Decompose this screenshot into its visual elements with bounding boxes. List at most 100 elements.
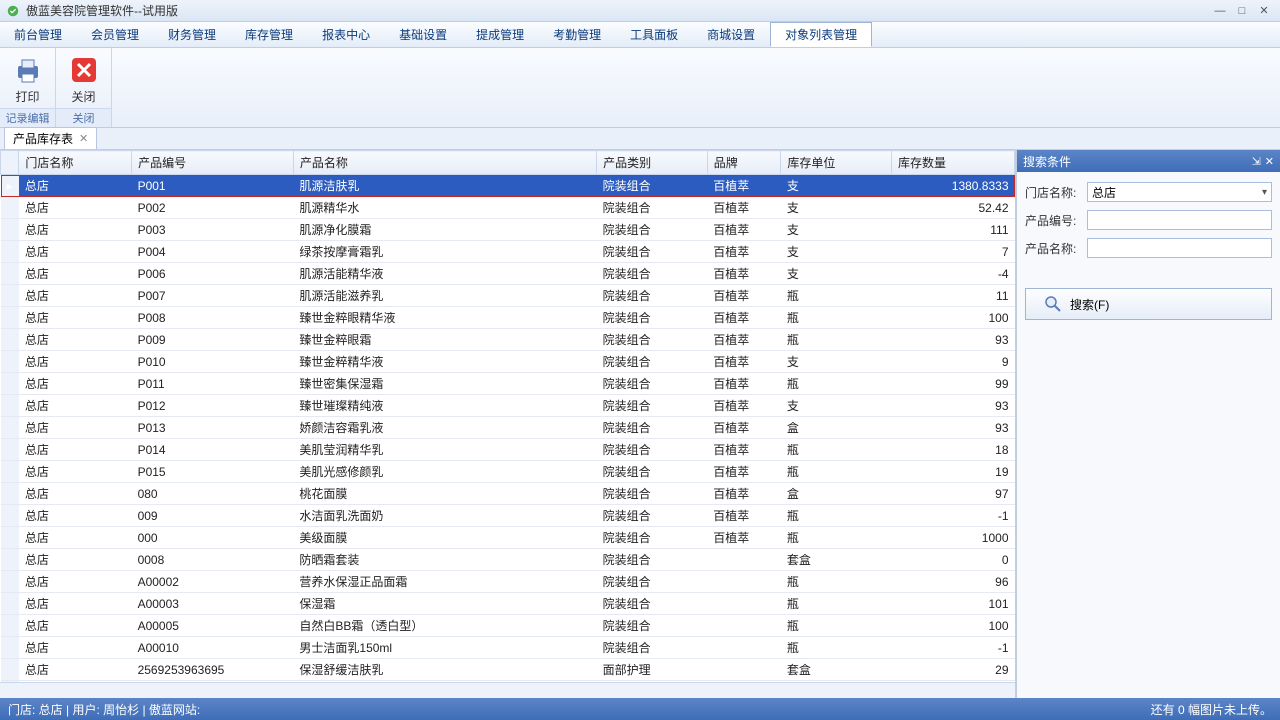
cell-unit: 瓶 xyxy=(781,593,892,615)
main-tab[interactable]: 财务管理 xyxy=(154,22,231,47)
main-tab[interactable]: 报表中心 xyxy=(308,22,385,47)
table-row[interactable]: 总店P015美肌光感修颜乳院装组合百植萃瓶19 xyxy=(1,461,1015,483)
cell-brand xyxy=(707,571,781,593)
cell-unit: 支 xyxy=(781,351,892,373)
table-row[interactable]: 总店P003肌源净化膜霜院装组合百植萃支111 xyxy=(1,219,1015,241)
column-header[interactable]: 品牌 xyxy=(707,151,781,175)
table-row[interactable]: 总店P010臻世金粹精华液院装组合百植萃支9 xyxy=(1,351,1015,373)
cell-name: 自然白BB霜（透白型） xyxy=(293,615,596,637)
table-row[interactable]: 总店P004绿茶按摩膏霜乳院装组合百植萃支7 xyxy=(1,241,1015,263)
cell-name: 肌源活能精华液 xyxy=(293,263,596,285)
table-row[interactable]: 总店009水洁面乳洗面奶院装组合百植萃瓶-1 xyxy=(1,505,1015,527)
search-button[interactable]: 搜索(F) xyxy=(1025,288,1272,320)
minimize-button[interactable]: — xyxy=(1210,4,1230,18)
cell-brand xyxy=(707,549,781,571)
cell-name: 肌源活能滋养乳 xyxy=(293,285,596,307)
main-tab[interactable]: 基础设置 xyxy=(385,22,462,47)
product-code-input[interactable] xyxy=(1087,210,1272,230)
cell-qty: 9 xyxy=(892,351,1015,373)
column-header[interactable]: 库存数量 xyxy=(892,151,1015,175)
column-header[interactable]: 库存单位 xyxy=(781,151,892,175)
cell-unit: 盒 xyxy=(781,483,892,505)
table-row[interactable]: 总店000美级面膜院装组合百植萃瓶1000 xyxy=(1,527,1015,549)
table-row[interactable]: 总店A00010男士洁面乳150ml院装组合瓶-1 xyxy=(1,637,1015,659)
table-row[interactable]: 总店P002肌源精华水院装组合百植萃支52.42 xyxy=(1,197,1015,219)
table-row[interactable]: 总店0008防晒霜套装院装组合套盒0 xyxy=(1,549,1015,571)
cell-brand: 百植萃 xyxy=(707,285,781,307)
main-tab[interactable]: 工具面板 xyxy=(616,22,693,47)
cell-qty: 93 xyxy=(892,329,1015,351)
cell-category: 院装组合 xyxy=(597,527,708,549)
table-row[interactable]: 总店P012臻世璀璨精纯液院装组合百植萃支93 xyxy=(1,395,1015,417)
main-tab[interactable]: 提成管理 xyxy=(462,22,539,47)
cell-name: 肌源净化膜霜 xyxy=(293,219,596,241)
cell-store: 总店 xyxy=(19,505,132,527)
cell-brand: 百植萃 xyxy=(707,351,781,373)
main-tab[interactable]: 库存管理 xyxy=(231,22,308,47)
table-row[interactable]: 总店P007肌源活能滋养乳院装组合百植萃瓶11 xyxy=(1,285,1015,307)
main-tab[interactable]: 考勤管理 xyxy=(539,22,616,47)
cell-code: P014 xyxy=(132,439,294,461)
cell-brand: 百植萃 xyxy=(707,417,781,439)
table-row[interactable]: 总店P006肌源活能精华液院装组合百植萃支-4 xyxy=(1,263,1015,285)
main-tab[interactable]: 商城设置 xyxy=(693,22,770,47)
status-bar: 门店: 总店 | 用户: 周怡杉 | 傲蓝网站: 还有 0 幅图片未上传。 xyxy=(0,698,1280,720)
cell-unit: 瓶 xyxy=(781,373,892,395)
cell-name: 营养水保湿正品面霜 xyxy=(293,571,596,593)
product-name-input[interactable] xyxy=(1087,238,1272,258)
cell-code: 080 xyxy=(132,483,294,505)
cell-brand: 百植萃 xyxy=(707,373,781,395)
cell-store: 总店 xyxy=(19,329,132,351)
cell-store: 总店 xyxy=(19,439,132,461)
close-icon[interactable]: ✕ xyxy=(79,132,88,145)
cell-code: 000 xyxy=(132,527,294,549)
table-row[interactable]: 总店P009臻世金粹眼霜院装组合百植萃瓶93 xyxy=(1,329,1015,351)
cell-category: 院装组合 xyxy=(597,197,708,219)
panel-close-icon[interactable]: ✕ xyxy=(1265,155,1274,168)
main-tab[interactable]: 对象列表管理 xyxy=(770,22,872,47)
main-tab[interactable]: 前台管理 xyxy=(0,22,77,47)
printer-icon[interactable] xyxy=(12,54,44,86)
close-red-icon[interactable] xyxy=(68,54,100,86)
cell-category: 面部护理 xyxy=(597,659,708,681)
column-header[interactable]: 产品编号 xyxy=(132,151,294,175)
cell-store: 总店 xyxy=(19,549,132,571)
table-row[interactable]: 总店A00003保湿霜院装组合瓶101 xyxy=(1,593,1015,615)
store-select[interactable]: 总店 ▾ xyxy=(1087,182,1272,202)
cell-brand xyxy=(707,659,781,681)
table-row[interactable]: 总店A00005自然白BB霜（透白型）院装组合瓶100 xyxy=(1,615,1015,637)
table-row[interactable]: ▸总店P001肌源洁肤乳院装组合百植萃支1380.8333 xyxy=(1,175,1015,197)
horizontal-scrollbar[interactable] xyxy=(0,682,1015,698)
table-row[interactable]: 总店2569253963695保湿舒缓洁肤乳面部护理套盒29 xyxy=(1,659,1015,681)
table-row[interactable]: 总店P008臻世金粹眼精华液院装组合百植萃瓶100 xyxy=(1,307,1015,329)
close-button[interactable]: ✕ xyxy=(1254,4,1274,18)
pin-icon[interactable]: ⇲ xyxy=(1252,155,1261,168)
status-right: 还有 0 幅图片未上传。 xyxy=(1151,701,1272,718)
row-indicator xyxy=(1,241,19,263)
cell-qty: 99 xyxy=(892,373,1015,395)
cell-store: 总店 xyxy=(19,527,132,549)
column-header[interactable]: 产品类别 xyxy=(597,151,708,175)
column-header[interactable]: 门店名称 xyxy=(19,151,132,175)
table-row[interactable]: 总店P011臻世密集保湿霜院装组合百植萃瓶99 xyxy=(1,373,1015,395)
cell-brand: 百植萃 xyxy=(707,219,781,241)
table-row[interactable]: 总店A00002营养水保湿正品面霜院装组合瓶96 xyxy=(1,571,1015,593)
cell-code: A00005 xyxy=(132,615,294,637)
row-indicator xyxy=(1,659,19,681)
title-bar: 傲蓝美容院管理软件--试用版 — □ ✕ xyxy=(0,0,1280,22)
maximize-button[interactable]: □ xyxy=(1232,4,1252,18)
column-header[interactable]: 产品名称 xyxy=(293,151,596,175)
row-indicator xyxy=(1,307,19,329)
cell-unit: 支 xyxy=(781,241,892,263)
table-row[interactable]: 总店080桃花面膜院装组合百植萃盒97 xyxy=(1,483,1015,505)
document-tab-strip: 产品库存表 ✕ xyxy=(0,128,1280,150)
table-row[interactable]: 总店P014美肌莹润精华乳院装组合百植萃瓶18 xyxy=(1,439,1015,461)
table-row[interactable]: 总店P013娇颜洁容霜乳液院装组合百植萃盒93 xyxy=(1,417,1015,439)
ribbon-group-label: 记录编辑 xyxy=(0,108,55,127)
cell-unit: 瓶 xyxy=(781,329,892,351)
document-tab[interactable]: 产品库存表 ✕ xyxy=(4,127,97,149)
cell-qty: 100 xyxy=(892,615,1015,637)
main-tab[interactable]: 会员管理 xyxy=(77,22,154,47)
row-indicator xyxy=(1,461,19,483)
cell-code: P002 xyxy=(132,197,294,219)
